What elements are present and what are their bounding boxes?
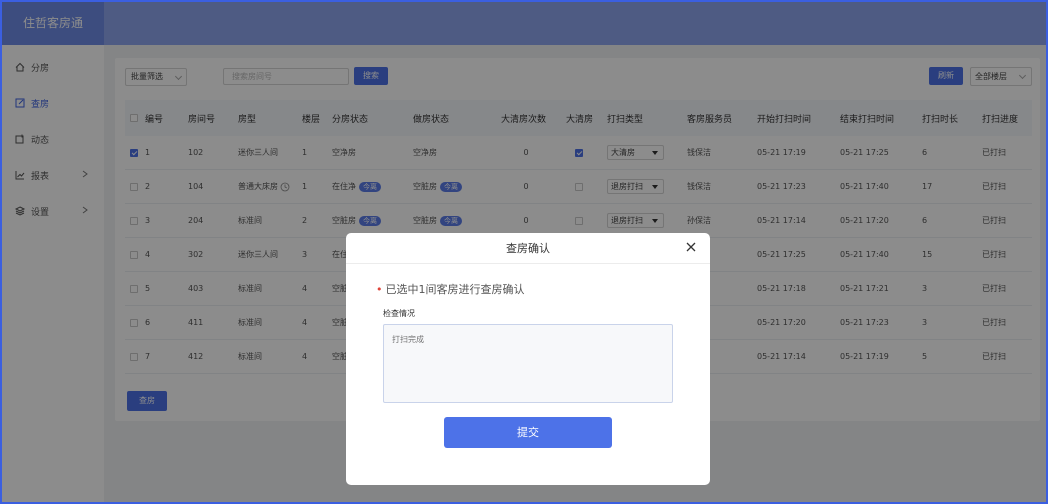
inspection-label: 检查情况 bbox=[383, 309, 415, 318]
dialog-message-text: 已选中1间客房进行查房确认 bbox=[385, 283, 525, 296]
check-room-dialog: 查房确认 •已选中1间客房进行查房确认 检查情况 提交 bbox=[346, 233, 710, 485]
dialog-title: 查房确认 bbox=[346, 233, 710, 264]
dialog-message: • 已选中1间客房进行查房确认 bbox=[376, 281, 525, 297]
app-window: 住哲客房通 分房 查房 动态 报表 设置 批量筛选 搜索房间号 搜索 刷新 全部楼层 编… bbox=[0, 0, 1048, 504]
close-icon[interactable] bbox=[684, 240, 698, 254]
required-dot: • bbox=[376, 283, 383, 296]
submit-button[interactable]: 提交 bbox=[444, 417, 612, 448]
inspection-textarea[interactable] bbox=[383, 324, 673, 403]
